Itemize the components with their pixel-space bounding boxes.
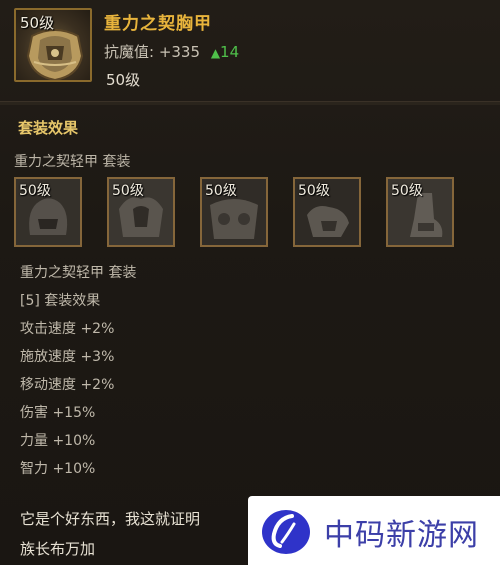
watermark-logo-icon — [262, 510, 310, 554]
bonus-line: 力量 +10% — [20, 433, 96, 449]
stat-increase: ▲14 — [211, 43, 239, 61]
set-piece-slot[interactable]: 50级 — [107, 177, 175, 247]
bonus-line: [5] 套装效果 — [20, 293, 101, 309]
set-piece-slot[interactable]: 50级 — [386, 177, 454, 247]
item-level-badge: 50级 — [20, 14, 55, 32]
chest-armor-icon — [26, 29, 84, 80]
stat-label: 抗魔值: +335 — [104, 43, 201, 61]
set-piece-level: 50级 — [205, 183, 237, 199]
section-divider — [0, 101, 500, 105]
flavor-text: 它是个好东西，我这就证明 — [20, 510, 201, 528]
set-piece-level: 50级 — [298, 183, 330, 199]
set-name: 重力之契轻甲 套装 — [14, 154, 131, 170]
set-effect-header: 套装效果 — [18, 119, 79, 137]
item-icon-slot[interactable]: 50级 — [14, 8, 92, 82]
bonus-line: 移动速度 +2% — [20, 377, 115, 393]
set-piece-level: 50级 — [19, 183, 51, 199]
set-piece-level: 50级 — [112, 183, 144, 199]
stat-increase-value: 14 — [220, 43, 240, 61]
bonus-line: 伤害 +15% — [20, 405, 96, 421]
item-tooltip: 50级 重力之契胸甲 抗魔值: +335 ▲14 50级 套装效果 重力之契轻甲… — [0, 0, 500, 565]
bonus-line: 攻击速度 +2% — [20, 321, 115, 337]
flavor-author: 族长布万加 — [20, 540, 96, 558]
watermark-text: 中码新游网 — [324, 518, 479, 553]
item-level-text: 50级 — [106, 71, 141, 89]
set-piece-slot[interactable]: 50级 — [200, 177, 268, 247]
set-piece-slot[interactable]: 50级 — [293, 177, 361, 247]
set-piece-level: 50级 — [391, 183, 423, 199]
item-name: 重力之契胸甲 — [104, 14, 212, 34]
magic-resist-stat: 抗魔值: +335 ▲14 — [104, 41, 239, 62]
bonus-line: 重力之契轻甲 套装 — [20, 265, 137, 281]
up-arrow-icon: ▲ — [210, 46, 221, 60]
set-piece-slot[interactable]: 50级 — [14, 177, 82, 247]
site-watermark: 中码新游网 — [248, 496, 500, 565]
bonus-line: 施放速度 +3% — [20, 349, 115, 365]
set-pieces: 50级 50级 50级 50级 50级 — [14, 177, 484, 249]
bonus-line: 智力 +10% — [20, 461, 96, 477]
